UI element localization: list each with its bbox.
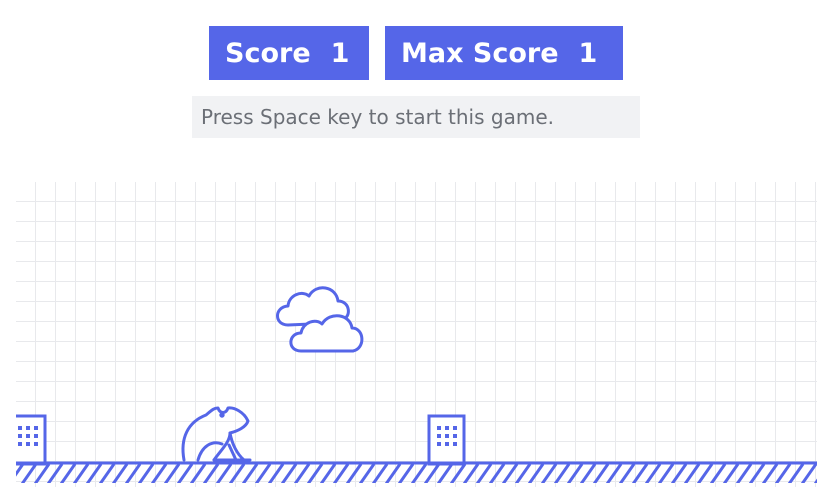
ground-stripe (748, 463, 766, 483)
ground-stripe (696, 463, 714, 483)
ground-stripe (631, 463, 649, 483)
ground-stripe (280, 463, 298, 483)
ground-stripe (800, 463, 817, 483)
ground-stripe (514, 463, 532, 483)
ground-stripe (475, 463, 493, 483)
ground-stripe (150, 463, 168, 483)
ground-stripe (644, 463, 662, 483)
max-score-label: Max Score (401, 37, 559, 69)
ground-stripe (202, 463, 220, 483)
ground-stripe (293, 463, 311, 483)
building-icon (16, 414, 47, 466)
ground-stripe (618, 463, 636, 483)
max-score-badge: Max Score 1 (385, 26, 623, 80)
ground-stripe (345, 463, 363, 483)
ground-stripe (72, 463, 90, 483)
ground-stripe (501, 463, 519, 483)
ground-stripe (137, 463, 155, 483)
ground-stripe (397, 463, 415, 483)
ground-stripe (384, 463, 402, 483)
ground-stripe (267, 463, 285, 483)
ground-stripe (761, 463, 779, 483)
ground-stripe (709, 463, 727, 483)
ground-stripe (319, 463, 337, 483)
ground-stripe (449, 463, 467, 483)
score-value: 1 (330, 37, 350, 69)
ground-stripe (774, 463, 792, 483)
frog-icon (181, 406, 252, 462)
ground-stripe (462, 463, 480, 483)
ground-stripe (98, 463, 116, 483)
ground-stripe (332, 463, 350, 483)
ground-stripe (254, 463, 272, 483)
ground-stripe (163, 463, 181, 483)
ground-stripe (735, 463, 753, 483)
ground-stripe (228, 463, 246, 483)
ground-stripe (527, 463, 545, 483)
ground-stripe (410, 463, 428, 483)
building-icon (427, 414, 466, 466)
ground-stripe (683, 463, 701, 483)
ground-stripe (176, 463, 194, 483)
game-page: Score 1 Max Score 1 Press Space key to s… (0, 0, 835, 500)
game-scene (16, 286, 817, 483)
ground-stripe (553, 463, 571, 483)
ground-stripe (566, 463, 584, 483)
score-label: Score (225, 37, 311, 69)
score-badge: Score 1 (209, 26, 369, 80)
ground-stripe (540, 463, 558, 483)
ground-stripe (46, 463, 64, 483)
ground-stripe (371, 463, 389, 483)
start-hint: Press Space key to start this game. (192, 96, 640, 138)
ground-stripe (111, 463, 129, 483)
ground-stripe (592, 463, 610, 483)
ground-stripe (358, 463, 376, 483)
ground-stripe (59, 463, 77, 483)
ground-stripe (241, 463, 259, 483)
ground-stripe (306, 463, 324, 483)
ground (16, 461, 817, 483)
ground-stripe (189, 463, 207, 483)
ground-stripe (605, 463, 623, 483)
ground-stripe (787, 463, 805, 483)
ground-stripe (33, 463, 51, 483)
ground-stripe (436, 463, 454, 483)
ground-stripe (85, 463, 103, 483)
ground-stripe (16, 463, 25, 477)
ground-stripe (579, 463, 597, 483)
ground-stripe (722, 463, 740, 483)
ground-stripe (215, 463, 233, 483)
max-score-value: 1 (578, 37, 598, 69)
clouds-icon (276, 286, 364, 353)
ground-stripe (657, 463, 675, 483)
ground-stripe (124, 463, 142, 483)
game-board[interactable] (16, 182, 817, 487)
ground-stripe (20, 463, 38, 483)
ground-stripe (423, 463, 441, 483)
ground-stripe (488, 463, 506, 483)
ground-stripe (670, 463, 688, 483)
